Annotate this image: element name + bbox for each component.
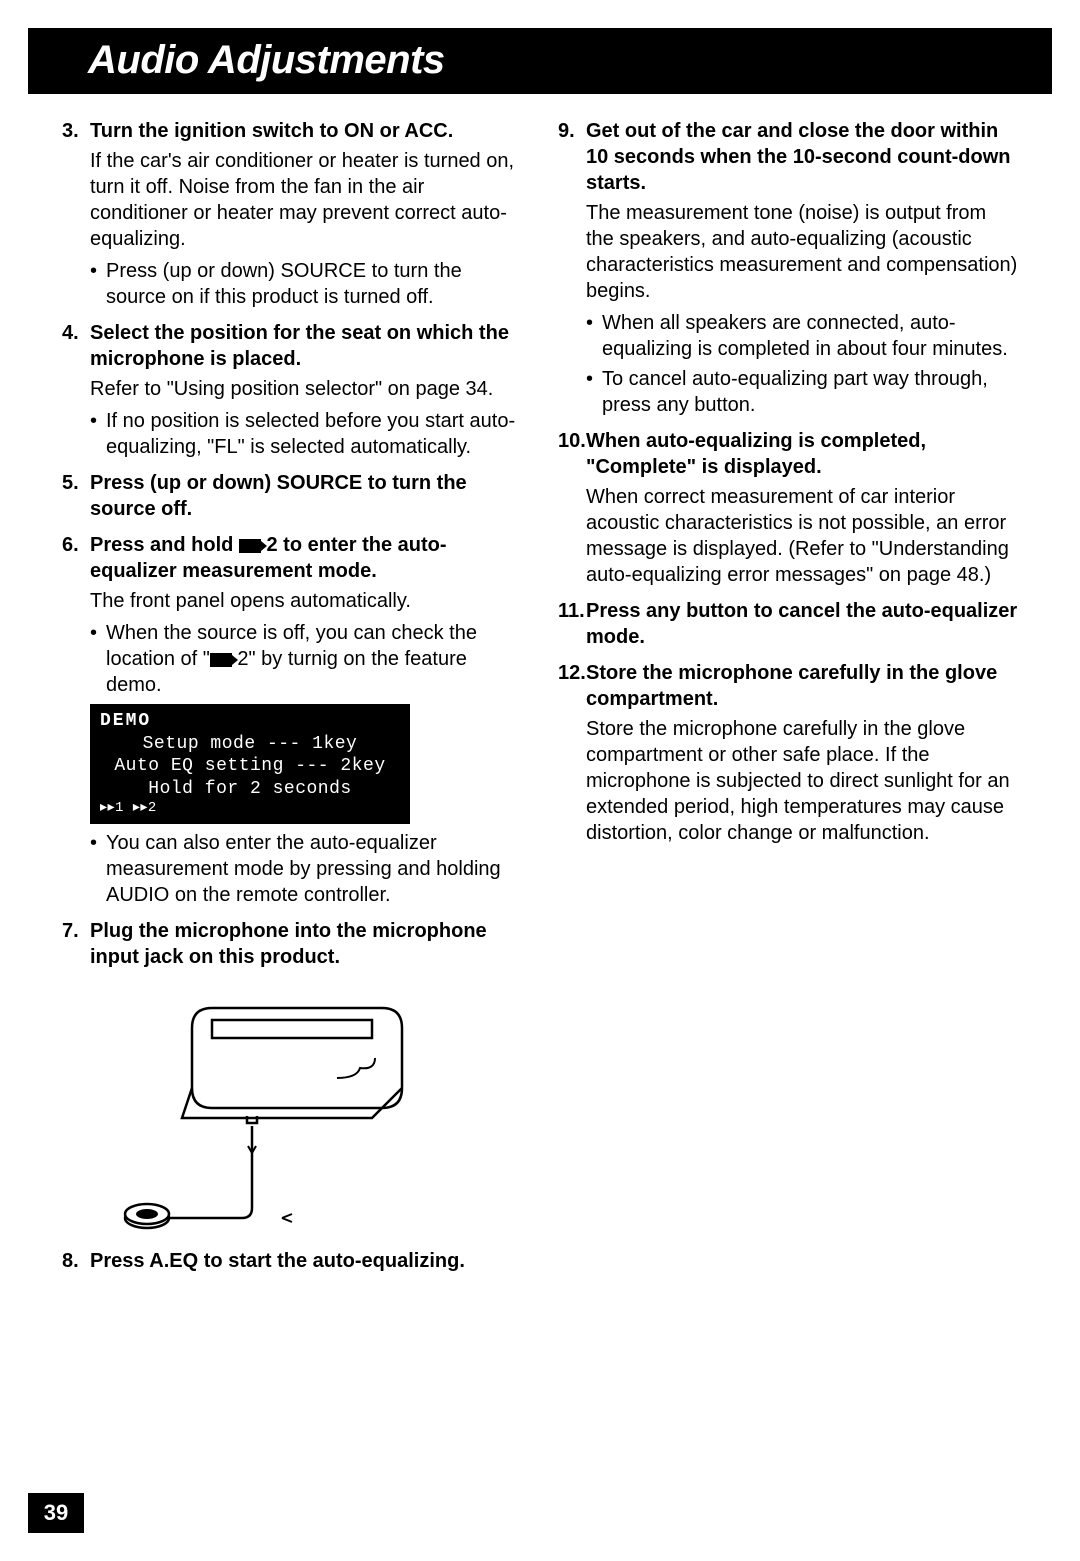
step-title: Get out of the car and close the door wi… [586,118,1018,196]
step-body: The measurement tone (noise) is output f… [586,200,1018,304]
step-title: Press any button to cancel the auto-equa… [586,598,1018,650]
step-9: 9. Get out of the car and close the door… [558,118,1018,418]
step-5: 5. Press (up or down) SOURCE to turn the… [62,470,522,522]
step-number: 3. [62,118,90,144]
play-key-icon [210,653,232,667]
text: Press and hold [90,534,239,556]
step-bullet: When all speakers are connected, auto-eq… [586,310,1018,362]
step-bullet: Press (up or down) SOURCE to turn the so… [90,258,522,310]
step-12: 12. Store the microphone carefully in th… [558,660,1018,846]
step-number: 5. [62,470,90,522]
step-number: 8. [62,1248,90,1274]
step-4: 4. Select the position for the seat on w… [62,320,522,460]
step-body: The front panel opens automatically. [90,588,522,614]
page-number: 39 [28,1493,84,1533]
demo-footer: ▸▸1 ▸▸2 [100,800,400,818]
section-header: Audio Adjustments [28,28,1052,94]
demo-line-1: Setup mode --- 1key [100,733,400,756]
right-column: 9. Get out of the car and close the door… [558,118,1018,1284]
content-columns: 3. Turn the ignition switch to ON or ACC… [0,94,1080,1284]
step-title: Press (up or down) SOURCE to turn the so… [90,470,522,522]
demo-title: DEMO [100,710,400,733]
step-11: 11. Press any button to cancel the auto-… [558,598,1018,650]
step-10: 10. When auto-equalizing is completed, "… [558,428,1018,588]
device-illustration [122,978,422,1238]
step-title: Select the position for the seat on whic… [90,320,522,372]
step-number: 9. [558,118,586,196]
demo-screen: DEMO Setup mode --- 1key Auto EQ setting… [90,704,410,824]
step-number: 10. [558,428,586,480]
demo-line-2: Auto EQ setting --- 2key [100,755,400,778]
step-bullet: To cancel auto-equalizing part way throu… [586,366,1018,418]
step-body: When correct measurement of car interior… [586,484,1018,588]
step-title: When auto-equalizing is completed, "Comp… [586,428,1018,480]
step-8: 8. Press A.EQ to start the auto-equalizi… [62,1248,522,1274]
step-title: Press and hold 2 to enter the auto-equal… [90,532,522,584]
step-3: 3. Turn the ignition switch to ON or ACC… [62,118,522,310]
step-title: Turn the ignition switch to ON or ACC. [90,118,522,144]
step-body: If the car's air conditioner or heater i… [90,148,522,252]
left-column: 3. Turn the ignition switch to ON or ACC… [62,118,522,1284]
step-number: 12. [558,660,586,712]
step-body: Refer to "Using position selector" on pa… [90,376,522,402]
step-7: 7. Plug the microphone into the micropho… [62,918,522,1238]
step-title: Press A.EQ to start the auto-equalizing. [90,1248,522,1274]
step-bullet: If no position is selected before you st… [90,408,522,460]
step-title: Plug the microphone into the microphone … [90,918,522,970]
step-number: 7. [62,918,90,970]
step-bullet: When the source is off, you can check th… [90,620,522,698]
step-number: 6. [62,532,90,584]
step-title: Store the microphone carefully in the gl… [586,660,1018,712]
step-number: 11. [558,598,586,650]
demo-line-3: Hold for 2 seconds [100,778,400,801]
section-title: Audio Adjustments [88,34,1022,86]
step-number: 4. [62,320,90,372]
step-bullet: You can also enter the auto-equalizer me… [90,830,522,908]
play-key-icon [239,539,261,553]
page-number-text: 39 [44,1499,68,1528]
step-6: 6. Press and hold 2 to enter the auto-eq… [62,532,522,908]
step-body: Store the microphone carefully in the gl… [586,716,1018,846]
